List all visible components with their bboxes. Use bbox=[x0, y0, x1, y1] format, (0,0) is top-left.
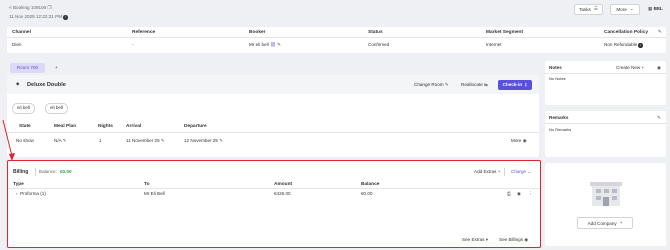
room-header-bar bbox=[7, 75, 539, 94]
col-balance: Balance bbox=[361, 182, 380, 187]
copy-icon[interactable]: ❐ bbox=[47, 5, 51, 11]
annotation-arrow bbox=[2, 119, 15, 161]
info-icon: i bbox=[638, 43, 643, 48]
booking-info-panel: Channel Reference Booker Status Market S… bbox=[7, 27, 666, 53]
room-panel: ◆ Deluxe Double Change Room ✎ Reallocate… bbox=[7, 75, 539, 157]
col-amount: Amount bbox=[274, 182, 293, 187]
tab-room-label: Room 700 bbox=[16, 64, 39, 70]
booker-value[interactable]: Mr eli bell ⛓ ✎ bbox=[249, 42, 281, 48]
add-company-label: Add Company bbox=[587, 220, 617, 226]
see-extras-button[interactable]: See Extras ▾ bbox=[462, 237, 489, 243]
notes-panel: Notes Create New + ◉ No Notes bbox=[545, 61, 666, 105]
room-type: Deluxe Double bbox=[27, 82, 66, 88]
status-value: Confirmed bbox=[368, 42, 390, 47]
billing-amount-value: €426.00 bbox=[274, 191, 291, 196]
key-icon: ⚷ bbox=[524, 81, 528, 87]
edit-booker-icon[interactable]: ✎ bbox=[277, 42, 281, 48]
col-reference: Reference bbox=[132, 30, 156, 35]
eye-icon: ◉ bbox=[524, 237, 529, 242]
plus-icon: + bbox=[641, 65, 645, 70]
add-extras-button[interactable]: Add Extras + bbox=[474, 169, 501, 175]
billing-balance-value: €0.00 bbox=[361, 191, 373, 196]
print-icon[interactable]: ⎙ bbox=[507, 191, 511, 197]
company-panel: Add Company + bbox=[545, 163, 666, 246]
chevron-down-icon: ⌄ bbox=[629, 6, 634, 12]
balance-value: €0.00 bbox=[60, 169, 72, 174]
billing-row[interactable]: › Proforma (1) bbox=[16, 191, 46, 197]
remarks-empty: No Remarks bbox=[549, 127, 572, 132]
edit-icon: ✎ bbox=[219, 138, 224, 143]
booking-date: 11 Nov 2025 12:22:21 PM i bbox=[9, 14, 68, 20]
user-link-icon[interactable]: ⛓ bbox=[270, 42, 276, 48]
transfer-icon: ⇆ bbox=[484, 82, 488, 87]
col-type: Type bbox=[13, 182, 24, 187]
col-arrival: Arrival bbox=[126, 124, 142, 129]
bed-icon: ◆ bbox=[16, 81, 20, 86]
col-to: To bbox=[144, 182, 150, 187]
eye-icon: ◉ bbox=[522, 138, 527, 143]
kebab-menu-icon[interactable]: ⋮ bbox=[528, 191, 533, 197]
guest-chip[interactable]: eli bell bbox=[45, 103, 69, 114]
col-cancellation-policy: Cancellation Policy bbox=[604, 30, 648, 35]
col-departure: Departure bbox=[184, 124, 207, 129]
market-segment-value: Internet bbox=[486, 42, 502, 47]
meal-plan-value[interactable]: N/A ✎ bbox=[54, 138, 67, 144]
add-room-tab-button[interactable]: + bbox=[55, 65, 58, 71]
plus-icon: + bbox=[497, 169, 501, 174]
arrival-value[interactable]: 11 November 25 ✎ bbox=[126, 138, 165, 144]
building-illustration-icon bbox=[590, 182, 622, 206]
remarks-panel: Remarks ✎ No Remarks bbox=[545, 111, 666, 157]
edit-icon[interactable]: ✎ bbox=[658, 29, 662, 35]
billing-title: Billing bbox=[13, 169, 29, 175]
col-state: State bbox=[19, 124, 31, 129]
eye-icon[interactable]: ◉ bbox=[517, 191, 521, 197]
info-icon: i bbox=[63, 15, 68, 20]
check-in-label: Check-in bbox=[502, 81, 523, 87]
create-note-button[interactable]: Create New + bbox=[616, 65, 645, 71]
billing-panel: Billing Balance: €0.00 Add Extras + Char… bbox=[7, 160, 541, 248]
col-status: Status bbox=[368, 30, 383, 35]
change-room-button[interactable]: Change Room ✎ bbox=[414, 82, 449, 88]
billing-to-value: Mr Eli Bell bbox=[144, 191, 165, 196]
notes-empty: No Notes bbox=[549, 76, 566, 81]
eye-icon[interactable]: ◉ bbox=[657, 65, 661, 71]
edit-icon[interactable]: ✎ bbox=[657, 115, 661, 121]
guest-chip[interactable]: eli bell bbox=[12, 103, 36, 114]
nights-value: 1 bbox=[99, 138, 102, 143]
col-meal-plan: Meal Plan bbox=[54, 124, 77, 129]
check-in-button[interactable]: Check-in ⚷ bbox=[498, 80, 532, 90]
tasks-label: Tasks bbox=[579, 7, 591, 12]
cart-icon: ▾ bbox=[485, 237, 489, 242]
stay-more-button[interactable]: More ◉ bbox=[511, 138, 527, 144]
col-booker: Booker bbox=[249, 30, 266, 35]
list-icon: ☰ bbox=[593, 6, 598, 12]
cancellation-policy-value: Non Refundable i bbox=[604, 42, 643, 48]
more-label: More bbox=[616, 7, 627, 12]
notes-title: Notes bbox=[549, 65, 562, 70]
col-channel: Channel bbox=[12, 30, 31, 35]
charge-button[interactable]: Charge ⌄ bbox=[511, 169, 532, 175]
tasks-button[interactable]: Tasks ☰ bbox=[574, 4, 603, 15]
plus-icon: + bbox=[619, 219, 623, 225]
col-nights: Nights bbox=[98, 124, 113, 129]
reallocate-button[interactable]: Reallocate ⇆ bbox=[461, 82, 488, 88]
chevron-right-icon[interactable]: › bbox=[16, 191, 18, 197]
breadcrumb[interactable]: < Booking 109106 ❐ bbox=[9, 5, 52, 11]
user-menu[interactable]: ▦ BEL bbox=[648, 6, 663, 12]
add-company-button[interactable]: Add Company + bbox=[577, 217, 633, 229]
col-market-segment: Market Segment bbox=[486, 30, 524, 35]
chevron-down-icon: ⌄ bbox=[527, 169, 532, 174]
see-billings-button[interactable]: See Billings ◉ bbox=[499, 237, 529, 243]
reference-value: - bbox=[132, 42, 134, 47]
channel-value: Dien bbox=[12, 42, 22, 47]
edit-icon: ✎ bbox=[444, 82, 449, 87]
more-button[interactable]: More ⌄ bbox=[610, 4, 640, 15]
tab-room-700[interactable]: Room 700 bbox=[10, 63, 45, 73]
edit-icon: ✎ bbox=[62, 138, 67, 143]
balance-label: Balance: bbox=[39, 169, 57, 174]
departure-value[interactable]: 12 November 25 ✎ bbox=[184, 138, 224, 144]
remarks-title: Remarks bbox=[549, 115, 569, 120]
edit-icon: ✎ bbox=[160, 138, 165, 143]
building-icon: ▦ bbox=[648, 6, 653, 11]
